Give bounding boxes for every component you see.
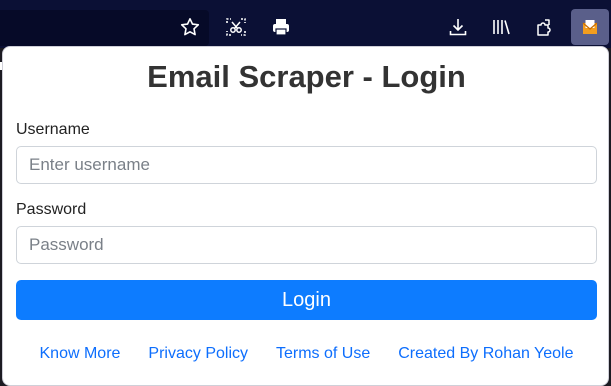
login-button[interactable]: Login [16,280,597,320]
login-popup: Email Scraper - Login Username Password … [2,46,609,386]
print-icon[interactable] [266,12,296,42]
username-label: Username [16,121,90,138]
download-icon[interactable] [443,12,473,42]
password-input[interactable] [16,226,597,264]
page-title: Email Scraper - Login [147,59,466,94]
password-label: Password [16,201,87,218]
screenshot-icon[interactable] [221,12,251,42]
browser-toolbar [0,0,611,48]
privacy-policy-link[interactable]: Privacy Policy [148,345,248,363]
library-icon[interactable] [486,12,516,42]
username-input[interactable] [16,146,597,184]
star-icon[interactable] [175,12,205,42]
email-extension-icon[interactable] [571,9,609,45]
extensions-icon[interactable] [530,12,560,42]
footer-links: Know More Privacy Policy Terms of Use Cr… [3,345,610,363]
created-by-link[interactable]: Created By Rohan Yeole [398,345,573,363]
terms-of-use-link[interactable]: Terms of Use [276,345,370,363]
know-more-link[interactable]: Know More [40,345,121,363]
